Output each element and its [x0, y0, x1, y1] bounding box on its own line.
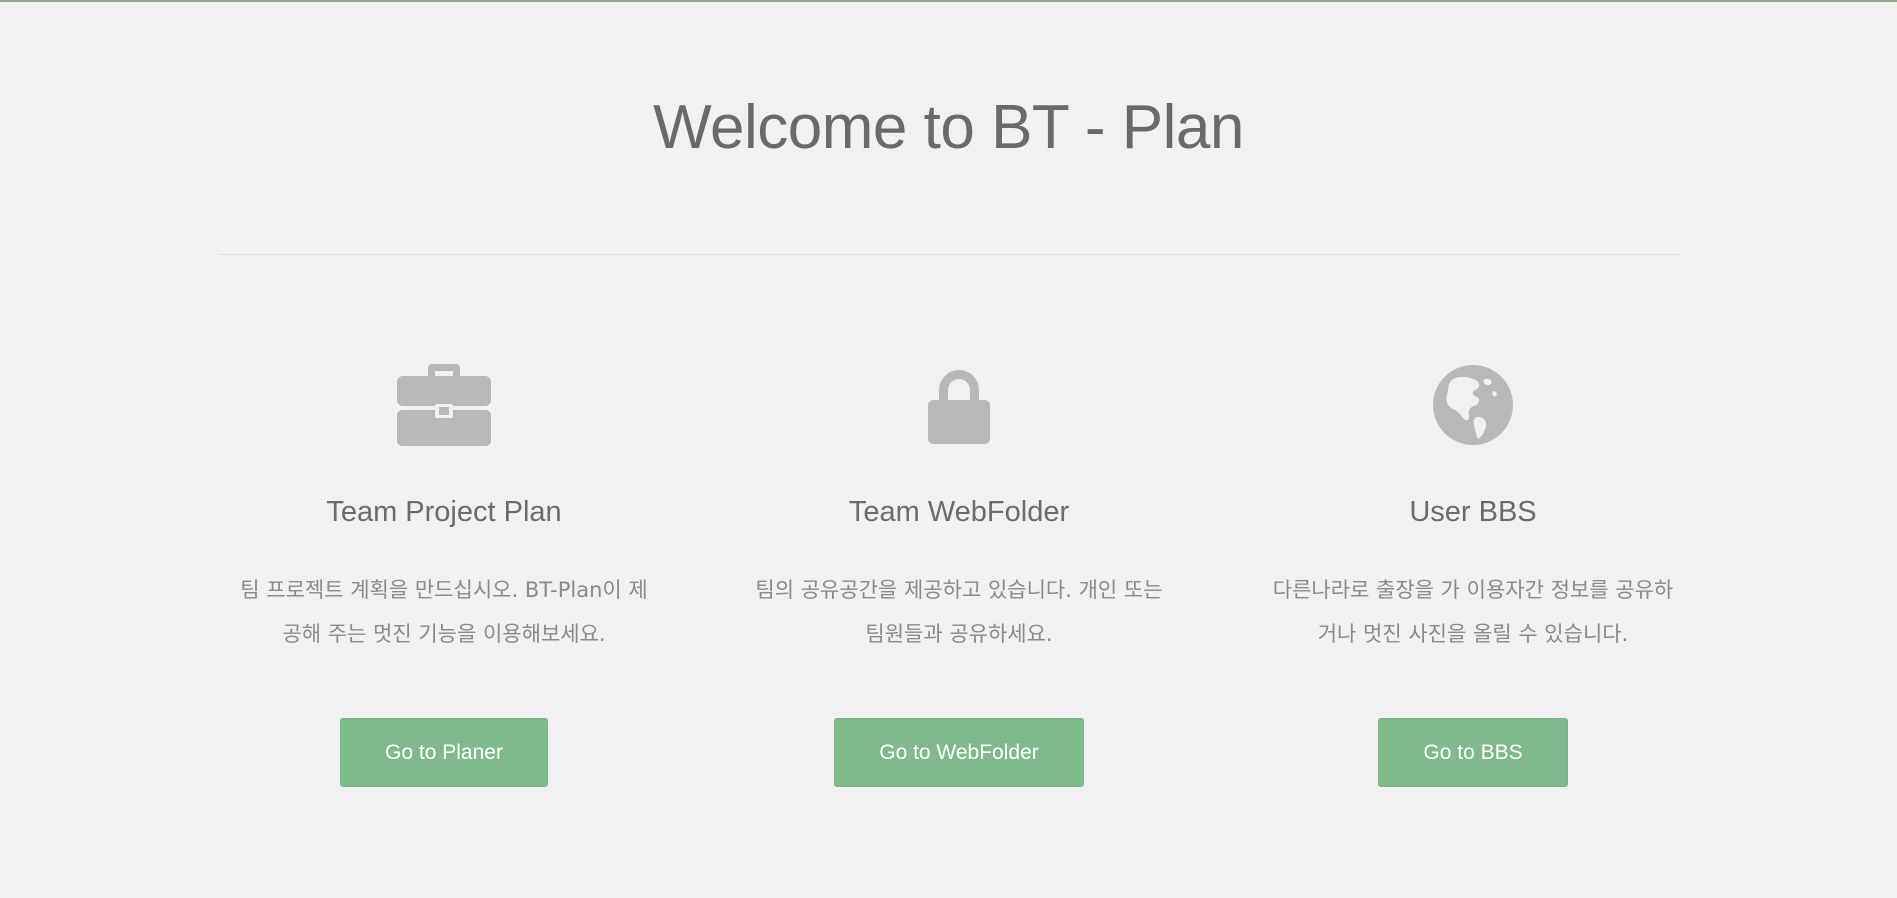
briefcase-icon [204, 350, 684, 460]
page-title: Welcome to BT - Plan [653, 93, 1244, 162]
go-to-webfolder-button[interactable]: Go to WebFolder [834, 718, 1084, 787]
feature-heading: Team WebFolder [848, 496, 1070, 528]
feature-button-wrap: Go to BBS [1233, 718, 1713, 787]
feature-user-bbs: User BBS 다른나라로 출장을 가 이용자간 정보를 공유하 거나 멋진 … [1233, 350, 1713, 656]
feature-team-webfolder: Team WebFolder 팀의 공유공간을 제공하고 있습니다. 개인 또는… [719, 350, 1199, 656]
feature-heading: Team Project Plan [326, 496, 562, 528]
feature-description-line: 팀원들과 공유하세요. [865, 622, 1053, 646]
go-to-planer-button[interactable]: Go to Planer [340, 718, 548, 787]
feature-description-line: 공해 주는 멋진 기능을 이용해보세요. [282, 622, 606, 646]
go-to-bbs-button[interactable]: Go to BBS [1378, 718, 1568, 787]
feature-description: 팀 프로젝트 계획을 만드십시오. BT-Plan이 제 공해 주는 멋진 기능… [219, 568, 669, 656]
feature-heading: User BBS [1409, 496, 1537, 528]
top-accent-line [0, 0, 1897, 2]
globe-icon [1233, 350, 1713, 460]
feature-button-wrap: Go to WebFolder [719, 718, 1199, 787]
section-divider [218, 254, 1681, 255]
feature-description-line: 거나 멋진 사진을 올릴 수 있습니다. [1317, 622, 1629, 646]
feature-team-project-plan: Team Project Plan 팀 프로젝트 계획을 만드십시오. BT-P… [204, 350, 684, 656]
feature-description-line: 팀의 공유공간을 제공하고 있습니다. 개인 또는 [755, 578, 1163, 602]
feature-button-wrap: Go to Planer [204, 718, 684, 787]
feature-description-line: 다른나라로 출장을 가 이용자간 정보를 공유하 [1272, 578, 1674, 602]
feature-description-line: 팀 프로젝트 계획을 만드십시오. BT-Plan이 제 [240, 578, 648, 602]
feature-description: 다른나라로 출장을 가 이용자간 정보를 공유하 거나 멋진 사진을 올릴 수 … [1248, 568, 1698, 656]
feature-description: 팀의 공유공간을 제공하고 있습니다. 개인 또는 팀원들과 공유하세요. [734, 568, 1184, 656]
lock-icon [719, 350, 1199, 460]
